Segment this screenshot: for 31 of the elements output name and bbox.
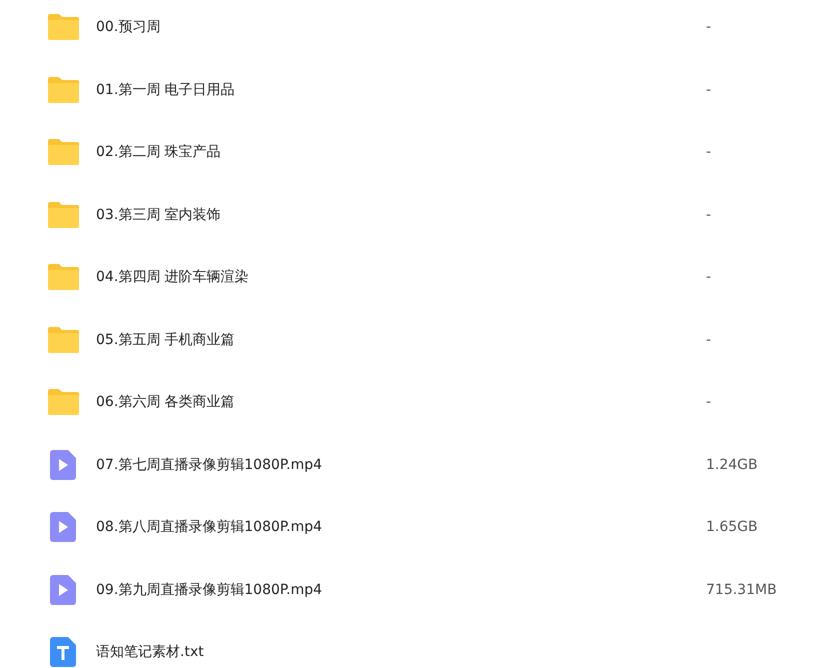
file-name[interactable]: 07.第七周直播录像剪辑1080P.mp4 — [96, 456, 656, 474]
folder-icon — [48, 76, 78, 103]
file-size: 1.24GB — [706, 456, 758, 473]
video-file-icon — [50, 450, 76, 480]
file-size: - — [706, 19, 712, 36]
file-name[interactable]: 语知笔记素材.txt — [96, 643, 656, 662]
file-name[interactable]: 06.第六周 各类商业篇 — [96, 393, 656, 412]
video-file-icon — [50, 512, 76, 542]
folder-icon — [48, 389, 78, 416]
folder-icon — [48, 202, 78, 228]
video-file-icon — [50, 574, 76, 605]
file-name[interactable]: 01.第一周 电子日用品 — [96, 80, 656, 99]
file-size: 715.31MB — [706, 582, 777, 598]
file-name[interactable]: 02.第二周 珠宝产品 — [96, 143, 656, 162]
file-size: - — [706, 394, 712, 410]
file-size: - — [706, 144, 712, 160]
folder-icon — [48, 139, 78, 166]
file-size: - — [706, 269, 712, 286]
file-size: - — [706, 332, 712, 348]
file-name[interactable]: 08.第八周直播录像剪辑1080P.mp4 — [96, 518, 656, 536]
file-size: 1.65GB — [706, 519, 758, 536]
folder-icon — [48, 14, 78, 40]
file-name[interactable]: 00.预习周 — [96, 18, 656, 36]
file-size: - — [706, 82, 712, 98]
file-name[interactable]: 09.第九周直播录像剪辑1080P.mp4 — [96, 580, 656, 599]
file-name[interactable]: 04.第四周 进阶车辆渲染 — [96, 268, 656, 286]
file-name[interactable]: 05.第五周 手机商业篇 — [96, 330, 656, 349]
file-size: - — [706, 206, 712, 223]
file-name[interactable]: 03.第三周 室内装饰 — [96, 206, 656, 224]
folder-icon — [48, 326, 78, 353]
folder-icon — [48, 264, 78, 290]
